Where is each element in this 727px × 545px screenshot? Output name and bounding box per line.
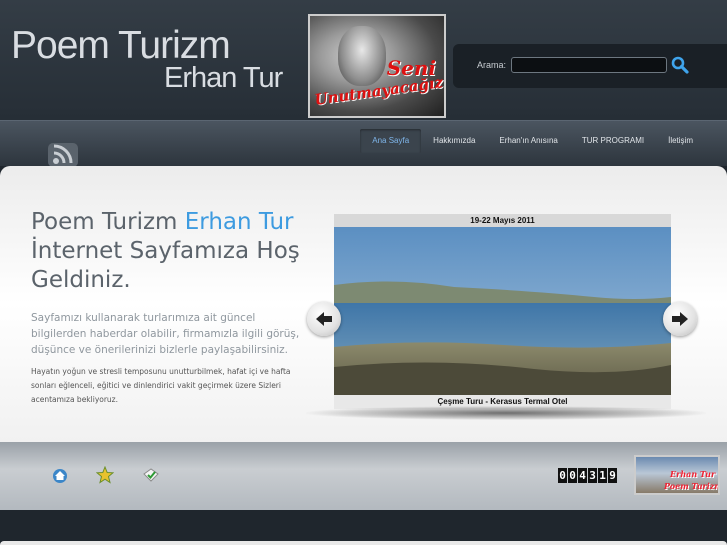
page-title: Poem Turizm Erhan Tur İnternet Sayfamıza… xyxy=(31,208,311,295)
nav-item-home[interactable]: Ana Sayfa xyxy=(360,129,422,153)
slider-prev-button[interactable] xyxy=(307,302,341,336)
headline-part2: İnternet Sayfamıza Hoş Geldiniz. xyxy=(31,238,300,293)
badge-line1: Erhan Tur xyxy=(670,469,716,479)
star-icon[interactable] xyxy=(96,466,114,484)
counter-digit: 1 xyxy=(598,468,607,483)
home-icon[interactable] xyxy=(51,466,69,484)
nav-item-contact[interactable]: İletişim xyxy=(656,129,705,153)
nav-item-memorial[interactable]: Erhan'ın Anısına xyxy=(487,129,569,153)
search-input[interactable] xyxy=(511,57,667,73)
nav-item-about[interactable]: Hakkımızda xyxy=(421,129,487,153)
badge-line2: Poem Turizm xyxy=(664,481,720,491)
slide-title: 19-22 Mayıs 2011 xyxy=(334,214,671,227)
content-panel: Poem Turizm Erhan Tur İnternet Sayfamıza… xyxy=(0,166,727,442)
nav-bar: Ana Sayfa Hakkımızda Erhan'ın Anısına TU… xyxy=(0,120,727,167)
counter-digit: 0 xyxy=(568,468,577,483)
brand-badge-image[interactable]: Erhan Tur Poem Turizm xyxy=(634,455,720,495)
arrow-left-icon xyxy=(316,312,332,326)
search-label: Arama: xyxy=(477,60,507,70)
site-header: Poem Turizm Erhan Tur Seni Unutmayacağız… xyxy=(0,0,727,120)
memorial-photo: Seni Unutmayacağız xyxy=(308,14,446,118)
bottom-divider xyxy=(0,541,727,545)
search-box: Arama: xyxy=(453,44,727,88)
slider-next-button[interactable] xyxy=(663,302,697,336)
slide-shadow xyxy=(306,406,706,420)
counter-digit: 9 xyxy=(608,468,617,483)
portrait-image xyxy=(338,26,386,86)
search-icon xyxy=(671,56,689,74)
headline-part1: Poem Turizm xyxy=(31,209,185,235)
footer-bar: 0 0 4 3 1 9 Erhan Tur Poem Turizm xyxy=(0,442,727,510)
visitor-counter: 0 0 4 3 1 9 xyxy=(558,468,617,483)
search-button[interactable] xyxy=(671,56,689,74)
arrow-right-icon xyxy=(672,312,688,326)
main-nav: Ana Sayfa Hakkımızda Erhan'ın Anısına TU… xyxy=(360,129,705,153)
intro-small-text: Hayatın yoğun ve stresli temposunu unutt… xyxy=(31,367,291,404)
bookmark-icon[interactable] xyxy=(142,466,160,484)
page-bottom xyxy=(0,510,727,545)
brand-subtitle[interactable]: Erhan Tur xyxy=(164,62,283,95)
headline-highlight: Erhan Tur xyxy=(184,209,294,235)
rss-icon[interactable] xyxy=(46,139,82,167)
lake-landscape-image xyxy=(334,227,671,395)
counter-digit: 4 xyxy=(578,468,587,483)
intro-text: Sayfamızı kullanarak turlarımıza ait gün… xyxy=(31,312,300,356)
counter-digit: 3 xyxy=(588,468,597,483)
counter-digit: 0 xyxy=(558,468,567,483)
nav-item-tour-program[interactable]: TUR PROGRAMI xyxy=(570,129,656,153)
slide-image[interactable] xyxy=(334,227,671,395)
